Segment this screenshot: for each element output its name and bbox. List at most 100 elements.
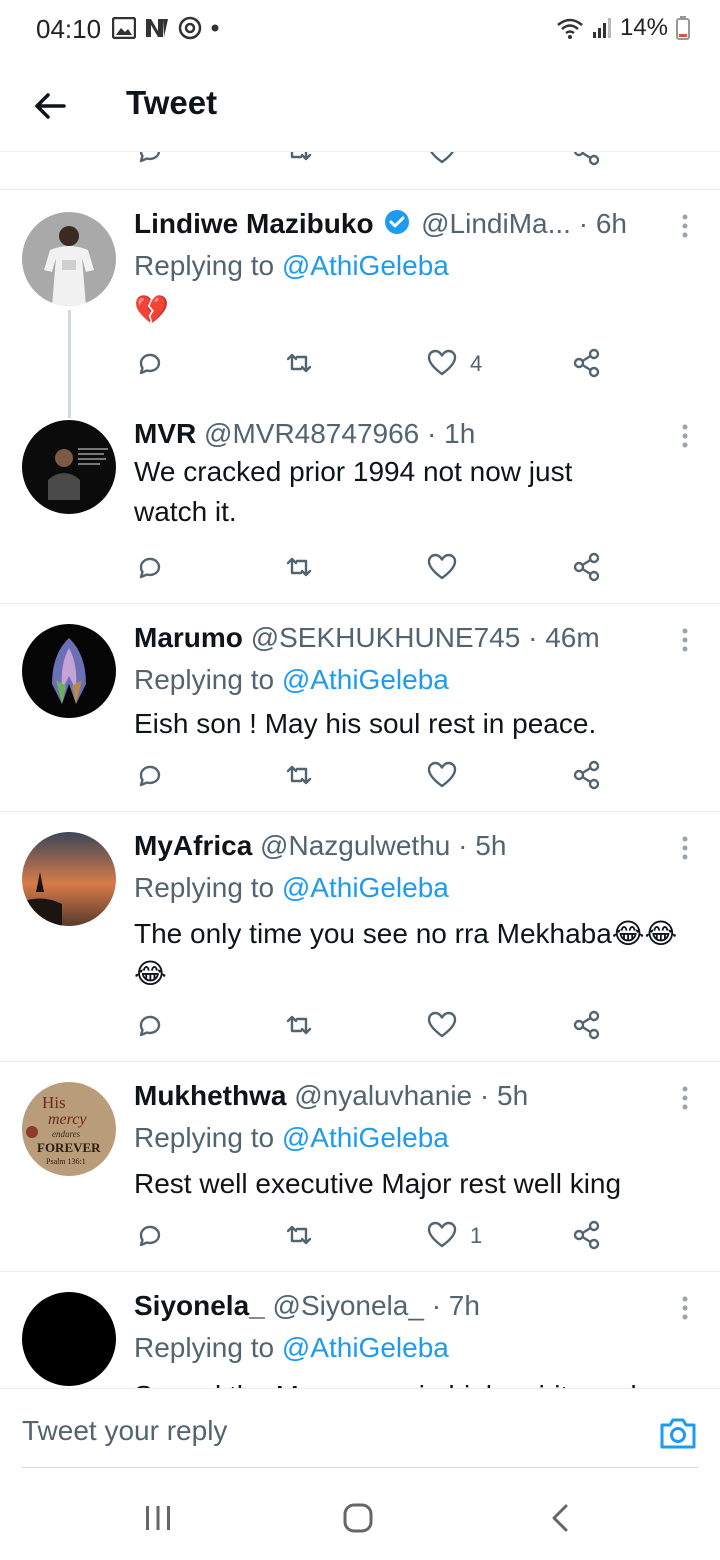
- arrow-left-icon: [35, 93, 66, 119]
- app-header: Tweet: [0, 56, 720, 152]
- reply-icon: [139, 152, 161, 163]
- display-name[interactable]: MVR: [134, 418, 196, 449]
- like-button[interactable]: [425, 346, 459, 380]
- more-options-button[interactable]: [680, 1294, 690, 1322]
- more-options-button[interactable]: [680, 626, 690, 654]
- reply-button[interactable]: [133, 1218, 167, 1252]
- retweet-button[interactable]: [282, 1218, 316, 1252]
- reply-button[interactable]: [133, 346, 167, 380]
- home-button[interactable]: [338, 1498, 378, 1538]
- tweet-item[interactable]: His mercy endures FOREVER Psalm 136:1 Mu…: [0, 1062, 720, 1272]
- netflix-icon: [146, 19, 168, 37]
- share-button[interactable]: [570, 758, 604, 792]
- camera-circle-icon: [178, 16, 202, 40]
- mention-link[interactable]: @AthiGeleba: [282, 1122, 449, 1153]
- more-vertical-icon: [682, 424, 688, 448]
- like-button[interactable]: [425, 550, 459, 584]
- reply-feed[interactable]: Lindiwe Mazibuko @LindiMa... · 6h Replyi…: [0, 152, 720, 1388]
- avatar[interactable]: [22, 832, 116, 926]
- more-options-button[interactable]: [680, 1084, 690, 1112]
- display-name[interactable]: Mukhethwa: [134, 1080, 286, 1111]
- reply-button[interactable]: [133, 152, 167, 168]
- handle[interactable]: @Siyonela_: [273, 1290, 424, 1321]
- mention-link[interactable]: @AthiGeleba: [282, 664, 449, 695]
- like-button[interactable]: [425, 1218, 459, 1252]
- retweet-button[interactable]: [282, 758, 316, 792]
- retweet-icon: [286, 1015, 312, 1035]
- avatar-text-2: mercy: [48, 1111, 87, 1128]
- tweet-item[interactable]: MyAfrica @Nazgulwethu · 5h Replying to @…: [0, 812, 720, 1062]
- page-title: Tweet: [126, 84, 218, 121]
- avatar-text-3: endures: [52, 1129, 81, 1139]
- mention-link[interactable]: @AthiGeleba: [282, 1332, 449, 1363]
- handle[interactable]: @MVR48747966: [204, 418, 419, 449]
- handle[interactable]: @nyaluvhanie: [294, 1080, 472, 1111]
- previous-tweet-actions: [0, 152, 720, 190]
- timestamp: · 5h: [458, 830, 507, 861]
- display-name[interactable]: Siyonela_: [134, 1290, 265, 1321]
- tweet-header: Marumo @SEKHUKHUNE745 · 46m: [134, 622, 660, 654]
- system-nav-bar: [0, 1468, 720, 1560]
- replying-to: Replying to @AthiGeleba: [134, 872, 449, 904]
- reply-composer: Tweet your reply: [0, 1388, 720, 1468]
- like-button[interactable]: [425, 758, 459, 792]
- avatar[interactable]: His mercy endures FOREVER Psalm 136:1: [22, 1082, 116, 1176]
- heart-icon: [427, 1221, 457, 1248]
- system-back-button[interactable]: [540, 1498, 580, 1538]
- share-icon: [573, 1010, 600, 1040]
- notification-icons: [112, 14, 220, 42]
- replying-label: Replying to: [134, 250, 275, 281]
- more-options-button[interactable]: [680, 422, 690, 450]
- reply-button[interactable]: [133, 550, 167, 584]
- retweet-button[interactable]: [282, 1008, 316, 1042]
- replying-label: Replying to: [134, 1332, 275, 1363]
- retweet-button[interactable]: [282, 550, 316, 584]
- handle[interactable]: @SEKHUKHUNE745: [251, 622, 521, 653]
- tweet-header: MyAfrica @Nazgulwethu · 5h: [134, 830, 660, 862]
- heart-icon: [429, 152, 455, 164]
- mention-link[interactable]: @AthiGeleba: [282, 250, 449, 281]
- tweet-text: 💔: [134, 294, 169, 325]
- display-name[interactable]: Lindiwe Mazibuko: [134, 208, 374, 239]
- reply-button[interactable]: [133, 1008, 167, 1042]
- reply-input[interactable]: Tweet your reply: [22, 1415, 227, 1447]
- tweet-item[interactable]: Lindiwe Mazibuko @LindiMa... · 6h Replyi…: [0, 190, 720, 418]
- share-button[interactable]: [570, 550, 604, 584]
- tweet-item[interactable]: Siyonela_ @Siyonela_ · 7h Replying to @A…: [0, 1272, 720, 1388]
- display-name[interactable]: MyAfrica: [134, 830, 252, 861]
- recent-apps-button[interactable]: [138, 1498, 178, 1538]
- recent-apps-icon: [146, 1506, 170, 1530]
- reply-button[interactable]: [133, 758, 167, 792]
- like-count: 1: [470, 1223, 483, 1248]
- mention-link[interactable]: @AthiGeleba: [282, 872, 449, 903]
- tweet-header: Lindiwe Mazibuko @LindiMa... · 6h: [134, 208, 660, 240]
- handle[interactable]: @LindiMa...: [421, 208, 571, 239]
- status-time: 04:10: [36, 14, 102, 44]
- more-options-button[interactable]: [680, 834, 690, 862]
- share-button[interactable]: [570, 346, 604, 380]
- handle[interactable]: @Nazgulwethu: [260, 830, 450, 861]
- like-button[interactable]: [425, 152, 459, 168]
- back-button[interactable]: [28, 84, 72, 128]
- tweet-text: Eish son ! May his soul rest in peace.: [134, 708, 597, 739]
- heart-icon: [427, 553, 457, 580]
- tweet-item[interactable]: Marumo @SEKHUKHUNE745 · 46m Replying to …: [0, 604, 720, 812]
- avatar[interactable]: [22, 212, 116, 306]
- avatar[interactable]: [22, 624, 116, 718]
- avatar[interactable]: [22, 420, 116, 514]
- display-name[interactable]: Marumo: [134, 622, 243, 653]
- tweet-item[interactable]: MVR @MVR48747966 · 1h We cracked prior 1…: [0, 418, 720, 604]
- share-button[interactable]: [570, 1218, 604, 1252]
- share-button[interactable]: [570, 1008, 604, 1042]
- heart-icon: [427, 1011, 457, 1038]
- retweet-button[interactable]: [282, 152, 316, 168]
- like-count: 4: [470, 351, 483, 376]
- share-button[interactable]: [570, 152, 604, 168]
- reply-icon: [139, 353, 161, 375]
- retweet-button[interactable]: [282, 346, 316, 380]
- camera-button[interactable]: [658, 1413, 698, 1453]
- avatar[interactable]: [22, 1292, 116, 1386]
- like-button[interactable]: [425, 1008, 459, 1042]
- more-options-button[interactable]: [680, 212, 690, 240]
- heart-icon: [427, 349, 457, 376]
